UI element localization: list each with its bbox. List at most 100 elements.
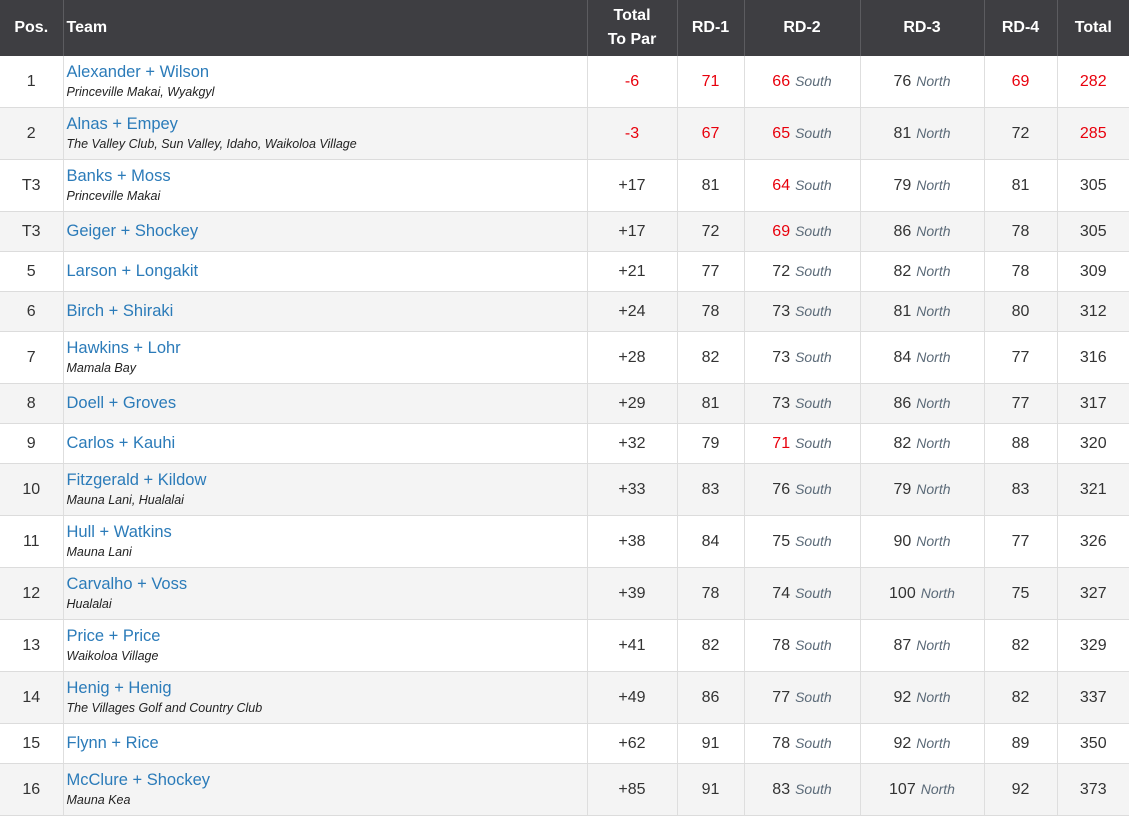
team-link[interactable]: Carlos + Kauhi bbox=[67, 433, 587, 454]
cell-rd4: 69 bbox=[983, 56, 1057, 108]
cell-pos: 8 bbox=[0, 383, 63, 424]
cell-rd2-course: South bbox=[795, 302, 832, 319]
header-total-to-par: Total To Par bbox=[586, 0, 677, 56]
team-club: Hualalai bbox=[66, 597, 112, 611]
cell-team: Hull + Watkins Mauna Lani bbox=[62, 515, 587, 568]
team-link[interactable]: Birch + Shiraki bbox=[67, 301, 587, 322]
leaderboard-table: Pos. Team Total To Par RD-1 RD-2 RD-3 RD… bbox=[0, 0, 1129, 816]
header-total-to-par-line1: Total bbox=[613, 7, 651, 24]
table-row: T3 Geiger + Shockey +17 72 69 South 86 North 78 3… bbox=[0, 211, 1129, 252]
cell-rd3: 87 North bbox=[859, 619, 984, 672]
cell-pos: 7 bbox=[0, 331, 63, 384]
team-link[interactable]: McClure + Shockey bbox=[67, 770, 587, 791]
table-row: 9 Carlos + Kauhi +32 79 71 South 82 North 88 320 bbox=[0, 423, 1129, 464]
cell-rd2-score: 78 bbox=[772, 734, 791, 752]
cell-rd2: 78 South bbox=[743, 619, 860, 672]
team-link[interactable]: Geiger + Shockey bbox=[67, 221, 587, 242]
cell-total-to-par: +29 bbox=[586, 383, 677, 424]
cell-rd2-course: South bbox=[795, 636, 832, 653]
cell-rd4: 77 bbox=[983, 383, 1057, 424]
cell-total: 326 bbox=[1056, 515, 1129, 568]
cell-rd2: 73 South bbox=[743, 331, 860, 384]
table-row: 15 Flynn + Rice +62 91 78 South 92 North 89 350 bbox=[0, 723, 1129, 764]
cell-rd3: 82 North bbox=[859, 423, 984, 464]
team-link[interactable]: Fitzgerald + Kildow bbox=[67, 470, 587, 491]
cell-rd2-score: 69 bbox=[772, 222, 791, 240]
cell-rd3: 92 North bbox=[859, 671, 984, 724]
team-link[interactable]: Banks + Moss bbox=[67, 166, 587, 187]
cell-total-to-par: +32 bbox=[586, 423, 677, 464]
cell-rd4: 81 bbox=[983, 159, 1057, 212]
cell-rd3-score: 81 bbox=[893, 124, 912, 142]
cell-rd2-course: South bbox=[795, 734, 832, 751]
table-row: 6 Birch + Shiraki +24 78 73 South 81 North 80 312 bbox=[0, 291, 1129, 332]
team-link[interactable]: Hawkins + Lohr bbox=[67, 338, 587, 359]
cell-pos: 1 bbox=[0, 56, 63, 108]
team-link[interactable]: Doell + Groves bbox=[67, 393, 587, 414]
team-link[interactable]: Carvalho + Voss bbox=[67, 574, 587, 595]
cell-pos: 12 bbox=[0, 567, 63, 620]
table-row: 5 Larson + Longakit +21 77 72 South 82 North 78 3… bbox=[0, 251, 1129, 292]
table-row: 8 Doell + Groves +29 81 73 South 86 North 77 317 bbox=[0, 383, 1129, 424]
cell-team: Geiger + Shockey bbox=[62, 211, 587, 252]
cell-rd2-course: South bbox=[795, 124, 832, 141]
cell-rd3: 81 North bbox=[859, 291, 984, 332]
cell-rd2: 77 South bbox=[743, 671, 860, 724]
cell-team: Birch + Shiraki bbox=[62, 291, 587, 332]
team-link[interactable]: Flynn + Rice bbox=[67, 733, 587, 754]
team-club: Mamala Bay bbox=[66, 361, 136, 375]
cell-rd2: 74 South bbox=[743, 567, 860, 620]
cell-rd4: 80 bbox=[983, 291, 1057, 332]
cell-rd3: 84 North bbox=[859, 331, 984, 384]
cell-team: Larson + Longakit bbox=[62, 251, 587, 292]
cell-rd2-score: 75 bbox=[772, 532, 791, 550]
table-row: 16 McClure + Shockey Mauna Kea +85 91 83 South… bbox=[0, 763, 1129, 816]
cell-total-to-par: +49 bbox=[586, 671, 677, 724]
table-row: 13 Price + Price Waikoloa Village +41 82 78 So… bbox=[0, 619, 1129, 672]
cell-rd2: 71 South bbox=[743, 423, 860, 464]
cell-rd1: 78 bbox=[676, 291, 744, 332]
cell-rd3-score: 81 bbox=[893, 302, 912, 320]
cell-rd2-score: 76 bbox=[772, 480, 791, 498]
header-row: Pos. Team Total To Par RD-1 RD-2 RD-3 RD… bbox=[0, 0, 1129, 56]
cell-rd2-course: South bbox=[795, 480, 832, 497]
team-link[interactable]: Larson + Longakit bbox=[67, 261, 587, 282]
team-club: Princeville Makai, Wyakgyl bbox=[66, 85, 215, 99]
leaderboard-body: 1 Alexander + Wilson Princeville Makai, Wy… bbox=[0, 56, 1129, 816]
cell-rd4: 88 bbox=[983, 423, 1057, 464]
cell-pos: T3 bbox=[0, 211, 63, 252]
cell-rd2-score: 64 bbox=[772, 176, 791, 194]
cell-rd3-score: 79 bbox=[893, 480, 912, 498]
cell-rd1: 72 bbox=[676, 211, 744, 252]
cell-rd2-course: South bbox=[795, 688, 832, 705]
table-row: 11 Hull + Watkins Mauna Lani +38 84 75 South 90… bbox=[0, 515, 1129, 568]
team-link[interactable]: Hull + Watkins bbox=[67, 522, 587, 543]
cell-rd3-course: North bbox=[916, 222, 951, 239]
cell-total-to-par: +17 bbox=[586, 211, 677, 252]
header-rd4: RD-4 bbox=[983, 0, 1057, 56]
team-club: Princeville Makai bbox=[66, 189, 161, 203]
cell-total-to-par: -3 bbox=[586, 107, 677, 160]
cell-total-to-par: +85 bbox=[586, 763, 677, 816]
cell-rd3-course: North bbox=[916, 302, 951, 319]
team-link[interactable]: Alexander + Wilson bbox=[67, 62, 587, 83]
cell-rd4: 78 bbox=[983, 211, 1057, 252]
cell-rd1: 71 bbox=[676, 56, 744, 108]
table-row: 1 Alexander + Wilson Princeville Makai, Wy… bbox=[0, 56, 1129, 108]
cell-rd4: 75 bbox=[983, 567, 1057, 620]
table-row: 2 Alnas + Empey The Valley Club, Sun Valle… bbox=[0, 107, 1129, 160]
header-rd3: RD-3 bbox=[859, 0, 984, 56]
cell-rd3-score: 79 bbox=[893, 176, 912, 194]
cell-rd2-score: 66 bbox=[772, 72, 791, 90]
cell-rd2-score: 65 bbox=[772, 124, 791, 142]
table-row: 7 Hawkins + Lohr Mamala Bay +28 82 73 South 84 N… bbox=[0, 331, 1129, 384]
cell-pos: 6 bbox=[0, 291, 63, 332]
team-link[interactable]: Henig + Henig bbox=[67, 678, 587, 699]
cell-rd3-score: 86 bbox=[893, 394, 912, 412]
cell-total: 312 bbox=[1056, 291, 1129, 332]
team-link[interactable]: Price + Price bbox=[67, 626, 587, 647]
team-link[interactable]: Alnas + Empey bbox=[67, 114, 587, 135]
table-row: 12 Carvalho + Voss Hualalai +39 78 74 South 100… bbox=[0, 567, 1129, 620]
cell-total-to-par: +21 bbox=[586, 251, 677, 292]
team-club: Mauna Kea bbox=[66, 793, 131, 807]
